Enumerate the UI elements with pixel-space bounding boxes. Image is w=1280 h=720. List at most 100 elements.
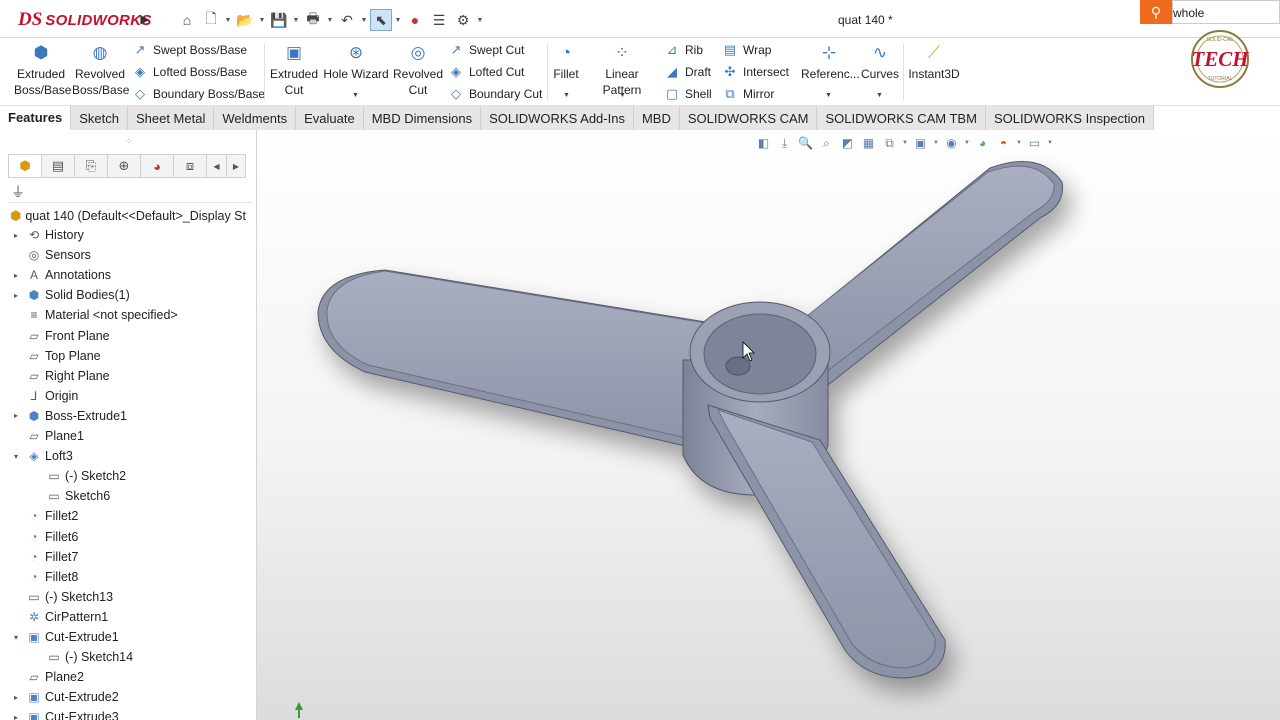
draft-button[interactable]: ◢ Draft xyxy=(664,63,711,81)
curves-button[interactable]: ∿ Curves xyxy=(860,42,900,82)
tab-evaluate[interactable]: Evaluate xyxy=(296,106,364,130)
lofted-boss-button[interactable]: ◈ Lofted Boss/Base xyxy=(132,63,247,81)
tree-expander-icon[interactable]: ▸ xyxy=(10,271,22,280)
new-document-icon[interactable]: 🗋 xyxy=(200,9,222,31)
linear-pattern-dropdown-icon[interactable]: ▼ xyxy=(619,92,626,99)
display-manager-tab-icon[interactable]: ◕ xyxy=(140,154,173,178)
solidworks-logo[interactable]: DS SOLIDWORKS xyxy=(18,8,152,32)
search-icon[interactable]: ⚲ xyxy=(1140,0,1172,24)
tree-item-cut-extrude3[interactable]: ▸ ▣ Cut-Extrude3 xyxy=(10,707,119,720)
tree-expander-icon[interactable]: ▸ xyxy=(10,231,22,240)
tabs-scroll-left-icon[interactable]: ◀ xyxy=(206,154,226,178)
rebuild-traffic-light-icon[interactable]: ● xyxy=(404,9,426,31)
print-dropdown-icon[interactable]: ▼ xyxy=(326,17,334,24)
tree-item-plane1[interactable]: ▱ Plane1 xyxy=(10,426,84,446)
print-icon[interactable]: 🖶 xyxy=(302,9,324,31)
options-gear-icon[interactable]: ⚙ xyxy=(452,9,474,31)
configuration-manager-tab-icon[interactable]: ⎘ xyxy=(74,154,107,178)
tab-solidworks-cam-tbm[interactable]: SOLIDWORKS CAM TBM xyxy=(817,106,986,130)
tree-root-part[interactable]: ⬢ quat 140 (Default<<Default>_Display St xyxy=(10,207,256,225)
tab-solidworks-add-ins[interactable]: SOLIDWORKS Add-Ins xyxy=(481,106,634,130)
tree-expander-icon[interactable]: ▸ xyxy=(10,291,22,300)
tree-expander-icon[interactable]: ▸ xyxy=(10,713,22,720)
tree-item-top-plane[interactable]: ▱ Top Plane xyxy=(10,346,100,366)
propeller-model[interactable] xyxy=(257,130,1280,720)
tree-item-solid-bodies-1[interactable]: ▸ ⬢ Solid Bodies(1) xyxy=(10,285,130,305)
tree-expander-icon[interactable]: ▸ xyxy=(10,411,22,420)
file-properties-icon[interactable]: ☰ xyxy=(428,9,450,31)
tree-expander-icon[interactable]: ▸ xyxy=(10,693,22,702)
tab-solidworks-inspection[interactable]: SOLIDWORKS Inspection xyxy=(985,106,1154,130)
tabs-scroll-right-icon[interactable]: ▶ xyxy=(226,154,246,178)
tree-item-sketch14[interactable]: ▭ (-) Sketch14 xyxy=(30,647,133,667)
tree-expander-icon[interactable]: ▾ xyxy=(10,452,22,461)
tree-item-sketch13[interactable]: ▭ (-) Sketch13 xyxy=(10,587,113,607)
tree-item-fillet2[interactable]: ◔ Fillet2 xyxy=(10,506,78,526)
curves-dropdown-icon[interactable]: ▼ xyxy=(876,92,883,99)
fillet-dropdown-icon[interactable]: ▼ xyxy=(563,92,570,99)
boundary-boss-button[interactable]: ◇ Boundary Boss/Base xyxy=(132,85,265,103)
tab-solidworks-cam[interactable]: SOLIDWORKS CAM xyxy=(679,106,818,130)
select-dropdown-icon[interactable]: ▼ xyxy=(394,17,402,24)
tree-item-boss-extrude1[interactable]: ▸ ⬢ Boss-Extrude1 xyxy=(10,406,127,426)
reference-dropdown-icon[interactable]: ▼ xyxy=(825,92,832,99)
home-icon[interactable]: ⌂ xyxy=(176,9,198,31)
tree-item-sensors[interactable]: ◎ Sensors xyxy=(10,245,91,265)
panel-grip-icon[interactable]: ⁘ xyxy=(125,136,133,147)
tab-mbd-dimensions[interactable]: MBD Dimensions xyxy=(363,106,482,130)
shell-button[interactable]: ▢ Shell xyxy=(664,85,712,103)
open-dropdown-icon[interactable]: ▼ xyxy=(258,17,266,24)
open-folder-icon[interactable]: 📂 xyxy=(234,9,256,31)
reference-geometry-button[interactable]: ⊹ Referenc... xyxy=(801,42,860,82)
swept-cut-button[interactable]: ↗ Swept Cut xyxy=(448,41,525,59)
menu-expand-arrow-icon[interactable]: ▶ xyxy=(138,9,152,29)
wrap-button[interactable]: ▤ Wrap xyxy=(722,41,772,59)
tree-item-sketch6[interactable]: ▭ Sketch6 xyxy=(30,486,110,506)
undo-dropdown-icon[interactable]: ▼ xyxy=(360,17,368,24)
feature-manager-tab-icon[interactable]: ⬢ xyxy=(8,154,41,178)
select-cursor-icon[interactable]: ⬉ xyxy=(370,9,392,31)
tree-item-plane2[interactable]: ▱ Plane2 xyxy=(10,667,84,687)
property-manager-tab-icon[interactable]: ▤ xyxy=(41,154,74,178)
tree-item-right-plane[interactable]: ▱ Right Plane xyxy=(10,366,109,386)
save-icon[interactable]: 💾 xyxy=(268,9,290,31)
save-dropdown-icon[interactable]: ▼ xyxy=(292,17,300,24)
tab-sheet-metal[interactable]: Sheet Metal xyxy=(127,106,215,130)
lofted-cut-button[interactable]: ◈ Lofted Cut xyxy=(448,63,524,81)
tree-item-material-not-specified[interactable]: ≡ Material <not specified> xyxy=(10,305,177,325)
tab-mbd[interactable]: MBD xyxy=(633,106,680,130)
dimxpert-manager-tab-icon[interactable]: ⊕ xyxy=(107,154,140,178)
rib-button[interactable]: ⊿ Rib xyxy=(664,41,703,59)
new-dropdown-icon[interactable]: ▼ xyxy=(224,17,232,24)
cam-manager-tab-icon[interactable]: ⧈ xyxy=(173,154,206,178)
hole-wizard-button[interactable]: ⊛ Hole Wizard xyxy=(323,42,389,82)
undo-icon[interactable]: ↶ xyxy=(336,9,358,31)
tree-item-annotations[interactable]: ▸ A Annotations xyxy=(10,265,111,285)
tree-item-origin[interactable]: ⅃ Origin xyxy=(10,386,79,406)
tree-item-fillet7[interactable]: ◔ Fillet7 xyxy=(10,547,78,567)
intersect-button[interactable]: ✣ Intersect xyxy=(722,63,789,81)
search-input[interactable] xyxy=(1172,0,1280,24)
tab-weldments[interactable]: Weldments xyxy=(214,106,297,130)
tree-item-sketch2[interactable]: ▭ (-) Sketch2 xyxy=(30,466,126,486)
extruded-cut-button[interactable]: ▣ Extruded Cut xyxy=(270,42,318,98)
tree-item-history[interactable]: ▸ ⟲ History xyxy=(10,225,84,245)
hole-wizard-dropdown-icon[interactable]: ▼ xyxy=(352,92,359,99)
tab-sketch[interactable]: Sketch xyxy=(71,106,128,130)
tree-expander-icon[interactable]: ▾ xyxy=(10,633,22,642)
tab-features[interactable]: Features xyxy=(0,106,72,130)
tree-item-cirpattern1[interactable]: ✲ CirPattern1 xyxy=(10,607,108,627)
tree-item-cut-extrude2[interactable]: ▸ ▣ Cut-Extrude2 xyxy=(10,687,119,707)
graphics-area[interactable]: ◧ ⤓ 🔍 ⌕ ◩ ▦ ⧉ ▼ ▣ ▼ ◉ ▼ ◕ ◓ ▼ ▭ ▼ xyxy=(257,130,1280,720)
linear-pattern-button[interactable]: ⁘ Linear Pattern xyxy=(586,42,658,98)
options-dropdown-icon[interactable]: ▼ xyxy=(476,17,484,24)
tree-item-front-plane[interactable]: ▱ Front Plane xyxy=(10,326,109,346)
boundary-cut-button[interactable]: ◇ Boundary Cut xyxy=(448,85,542,103)
filter-icon[interactable]: ⏚ xyxy=(11,182,25,202)
instant3d-button[interactable]: ⟋ Instant3D xyxy=(907,42,961,82)
tree-item-cut-extrude1[interactable]: ▾ ▣ Cut-Extrude1 xyxy=(10,627,119,647)
tree-item-fillet6[interactable]: ◔ Fillet6 xyxy=(10,527,78,547)
tree-item-fillet8[interactable]: ◔ Fillet8 xyxy=(10,567,78,587)
revolved-cut-button[interactable]: ◎ Revolved Cut xyxy=(393,42,443,98)
fillet-button[interactable]: ◔ Fillet xyxy=(552,42,580,82)
